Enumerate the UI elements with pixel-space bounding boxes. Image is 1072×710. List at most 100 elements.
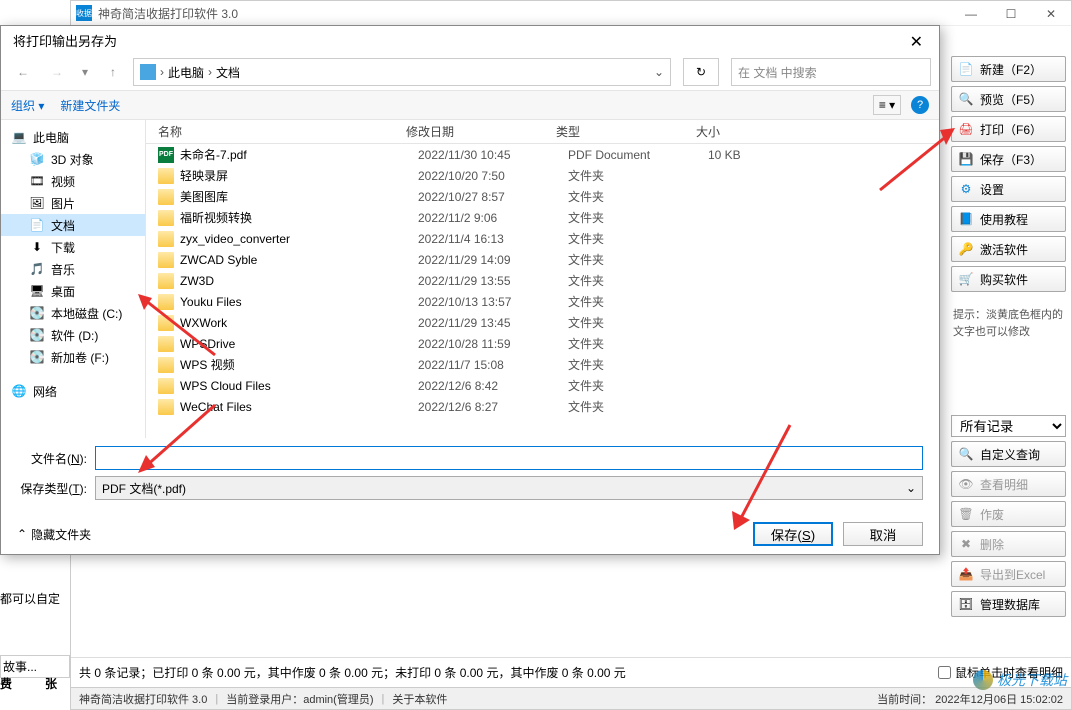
filetype-select[interactable]: PDF 文档(*.pdf) ⌄: [95, 476, 923, 500]
cancel-button[interactable]: 取消: [843, 522, 923, 546]
file-row[interactable]: WPS 视频2022/11/7 15:08文件夹: [146, 354, 939, 375]
nav-forward-icon[interactable]: →: [43, 58, 71, 86]
file-row[interactable]: PDF未命名-7.pdf2022/11/30 10:45PDF Document…: [146, 144, 939, 165]
tree-item[interactable]: 💻此电脑: [1, 126, 145, 148]
file-name: zyx_video_converter: [180, 232, 418, 246]
app-titlebar: 收据 神奇简洁收据打印软件 3.0 — ☐ ✕: [71, 1, 1071, 26]
file-row[interactable]: Youku Files2022/10/13 13:57文件夹: [146, 291, 939, 312]
col-date[interactable]: 修改日期: [406, 123, 556, 140]
help-icon[interactable]: ?: [911, 96, 929, 114]
file-row[interactable]: ZWCAD Syble2022/11/29 14:09文件夹: [146, 249, 939, 270]
file-date: 2022/11/7 15:08: [418, 358, 568, 372]
sidebar-button[interactable]: 💾保存（F3）: [951, 146, 1066, 172]
tree-item[interactable]: 💽新加卷 (F:): [1, 346, 145, 368]
status-user-label: 当前登录用户：: [226, 691, 303, 707]
tree-icon: ⬇: [29, 239, 45, 255]
tree-item[interactable]: 💽软件 (D:): [1, 324, 145, 346]
view-mode-icon[interactable]: ≡ ▾: [873, 95, 901, 115]
file-row[interactable]: 福昕视频转换2022/11/2 9:06文件夹: [146, 207, 939, 228]
hide-folders-link[interactable]: ⌃ 隐藏文件夹: [17, 526, 91, 543]
button-icon: ✖: [958, 536, 974, 552]
chevron-right-icon[interactable]: ›: [208, 65, 212, 79]
tree-item[interactable]: 🎞视频: [1, 170, 145, 192]
folder-icon: [158, 357, 174, 373]
tree-label: 新加卷 (F:): [51, 349, 109, 366]
file-date: 2022/11/4 16:13: [418, 232, 568, 246]
col-size[interactable]: 大小: [696, 123, 776, 140]
filetype-label: 保存类型(T):: [17, 480, 87, 497]
records-filter-select[interactable]: 所有记录: [951, 415, 1066, 437]
save-button[interactable]: 保存(S): [753, 522, 833, 546]
refresh-button[interactable]: ↻: [683, 58, 719, 86]
tree-icon: 🖼: [29, 195, 45, 211]
sidebar-button[interactable]: 🔍预览（F5）: [951, 86, 1066, 112]
button-label: 保存（F3）: [980, 151, 1042, 168]
tree-item[interactable]: 🧊3D 对象: [1, 148, 145, 170]
sidebar-button[interactable]: ⚙设置: [951, 176, 1066, 202]
sidebar-button[interactable]: 🖨打印（F6）: [951, 116, 1066, 142]
breadcrumb-item[interactable]: 此电脑: [168, 64, 204, 81]
sidebar-button[interactable]: 📄新建（F2）: [951, 56, 1066, 82]
minimize-button[interactable]: —: [951, 1, 991, 26]
file-row[interactable]: WPS Cloud Files2022/12/6 8:42文件夹: [146, 375, 939, 396]
sidebar-button[interactable]: 📘使用教程: [951, 206, 1066, 232]
file-list-header: 名称 修改日期 类型 大小: [146, 120, 939, 144]
file-date: 2022/12/6 8:27: [418, 400, 568, 414]
tree-item-network[interactable]: 🌐 网络: [1, 380, 145, 402]
chevron-right-icon[interactable]: ›: [160, 65, 164, 79]
file-row[interactable]: WXWork2022/11/29 13:45文件夹: [146, 312, 939, 333]
file-row[interactable]: WPSDrive2022/10/28 11:59文件夹: [146, 333, 939, 354]
folder-icon: [158, 294, 174, 310]
chevron-down-icon[interactable]: ⌄: [654, 65, 664, 79]
tree-item[interactable]: ⬇下载: [1, 236, 145, 258]
button-icon: 📄: [958, 61, 974, 77]
close-button[interactable]: ✕: [1031, 1, 1071, 26]
nav-tree: 💻此电脑🧊3D 对象🎞视频🖼图片📄文档⬇下载🎵音乐🖥桌面💽本地磁盘 (C:)💽软…: [1, 120, 146, 438]
nav-up-icon[interactable]: ↑: [99, 58, 127, 86]
record-button[interactable]: 🗄管理数据库: [951, 591, 1066, 617]
file-type: 文件夹: [568, 209, 708, 226]
file-row[interactable]: ZW3D2022/11/29 13:55文件夹: [146, 270, 939, 291]
button-icon: 👁: [958, 476, 974, 492]
sidebar-button[interactable]: 🛒购买软件: [951, 266, 1066, 292]
tree-item[interactable]: 🖥桌面: [1, 280, 145, 302]
tree-item[interactable]: 📄文档: [1, 214, 145, 236]
tree-item[interactable]: 🖼图片: [1, 192, 145, 214]
chevron-down-icon: ⌄: [906, 481, 916, 495]
tree-icon: 💽: [29, 305, 45, 321]
breadcrumb[interactable]: › 此电脑 › 文档 ⌄: [133, 58, 671, 86]
tree-item[interactable]: 💽本地磁盘 (C:): [1, 302, 145, 324]
record-button: ✖删除: [951, 531, 1066, 557]
tree-item[interactable]: 🎵音乐: [1, 258, 145, 280]
dialog-toolbar: 组织 ▾ 新建文件夹 ≡ ▾ ?: [1, 90, 939, 120]
dialog-close-icon[interactable]: ✕: [902, 30, 931, 54]
button-icon: ⚙: [958, 181, 974, 197]
file-row[interactable]: WeChat Files2022/12/6 8:27文件夹: [146, 396, 939, 417]
button-icon: 🗄: [958, 596, 974, 612]
file-date: 2022/10/27 8:57: [418, 190, 568, 204]
maximize-button[interactable]: ☐: [991, 1, 1031, 26]
nav-recent-icon[interactable]: ▾: [77, 58, 93, 86]
file-row[interactable]: 轻映录屏2022/10/20 7:50文件夹: [146, 165, 939, 186]
col-type[interactable]: 类型: [556, 123, 696, 140]
new-folder-button[interactable]: 新建文件夹: [60, 97, 120, 114]
file-date: 2022/11/2 9:06: [418, 211, 568, 225]
organize-menu[interactable]: 组织 ▾: [11, 97, 44, 114]
sidebar-button[interactable]: 🔑激活软件: [951, 236, 1066, 262]
status-app: 神奇简洁收据打印软件 3.0: [79, 691, 207, 707]
status-about[interactable]: 关于本软件: [392, 691, 447, 707]
col-name[interactable]: 名称: [146, 123, 406, 140]
record-button: 📤导出到Excel: [951, 561, 1066, 587]
file-row[interactable]: 美图图库2022/10/27 8:57文件夹: [146, 186, 939, 207]
breadcrumb-item[interactable]: 文档: [216, 64, 240, 81]
file-name: ZW3D: [180, 274, 418, 288]
file-name: 美图图库: [180, 188, 418, 205]
save-as-dialog: 将打印输出另存为 ✕ ← → ▾ ↑ › 此电脑 › 文档 ⌄ ↻ 在 文档 中…: [0, 25, 940, 555]
checkbox-input[interactable]: [938, 666, 951, 679]
file-row[interactable]: zyx_video_converter2022/11/4 16:13文件夹: [146, 228, 939, 249]
file-name: 福昕视频转换: [180, 209, 418, 226]
record-button[interactable]: 🔍自定义查询: [951, 441, 1066, 467]
nav-back-icon[interactable]: ←: [9, 58, 37, 86]
search-input[interactable]: 在 文档 中搜索: [731, 58, 931, 86]
filename-input[interactable]: [95, 446, 923, 470]
